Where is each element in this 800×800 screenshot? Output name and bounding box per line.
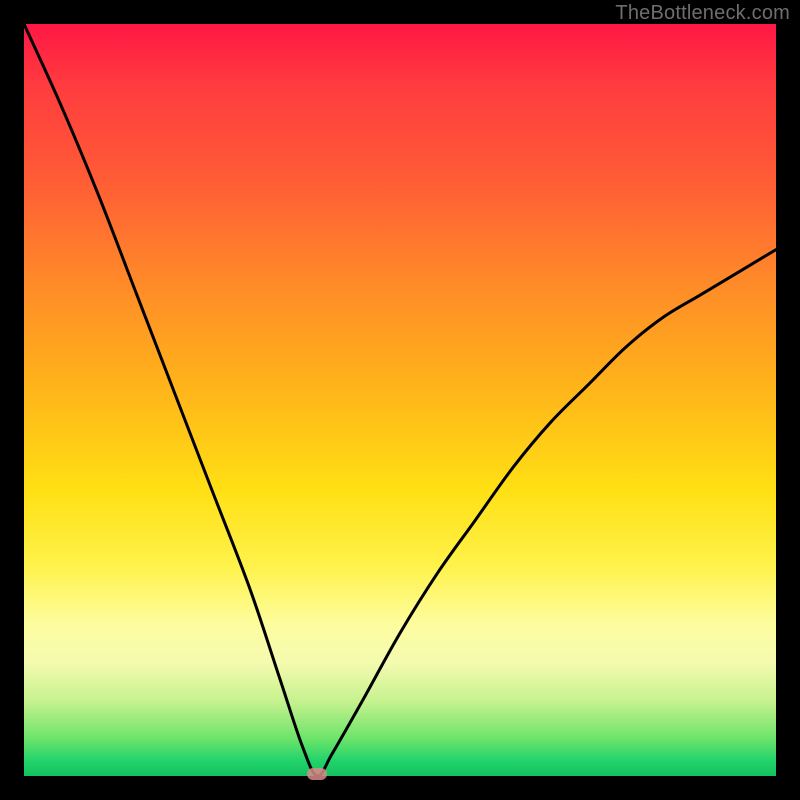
watermark-text: TheBottleneck.com [615, 2, 790, 25]
plot-area [24, 24, 776, 776]
bottleneck-curve [24, 24, 776, 776]
curve-path [24, 24, 776, 776]
optimal-point-marker [307, 768, 327, 780]
bottleneck-chart: TheBottleneck.com [0, 0, 800, 800]
